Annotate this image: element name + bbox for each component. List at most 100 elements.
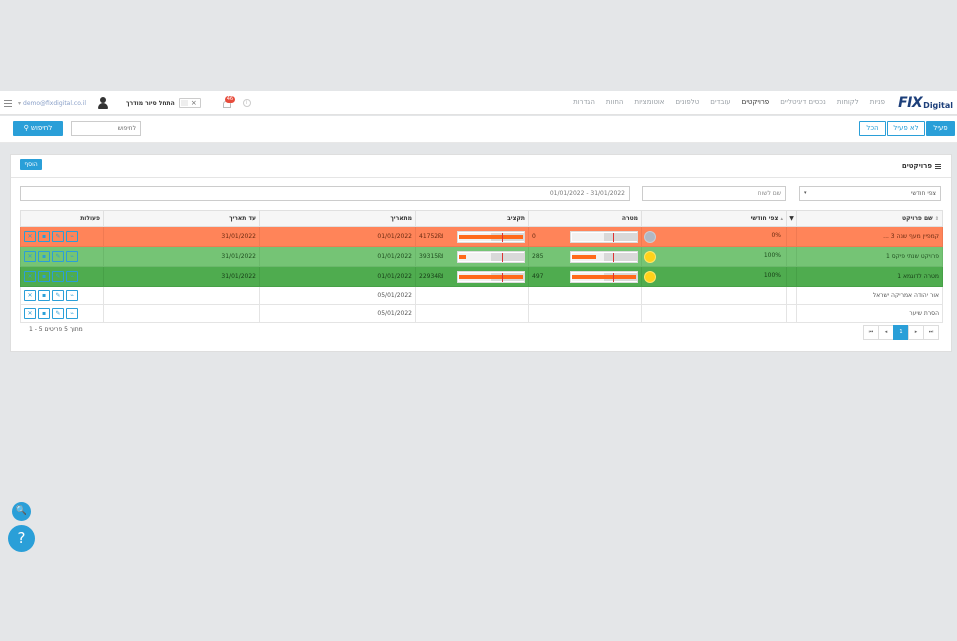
cell-project-name[interactable]: הסרת שיער (796, 304, 943, 323)
info-icon[interactable]: i (242, 99, 251, 107)
notes-icon[interactable]: ▪ (38, 290, 50, 301)
cell-to-date: 31/01/2022 (103, 246, 260, 267)
nav-item-inquiries[interactable]: פניות (870, 98, 885, 106)
user-email-menu[interactable]: ▾ demo@fixdigital.co.il (18, 100, 86, 107)
pager-last-button[interactable]: ⏭ (923, 325, 939, 340)
chart-icon[interactable]: ⌁ (66, 308, 78, 319)
goal-bullet-target-marker (612, 252, 614, 262)
filter-inactive-button[interactable]: לא פעיל (887, 121, 925, 136)
guided-tour-toggle[interactable]: × (178, 98, 201, 108)
cell-budget: 41752₪ (415, 226, 529, 247)
goal-bullet-value: 0 (532, 233, 536, 240)
nav-item-employees[interactable]: עובדים (710, 98, 730, 106)
sun-icon (645, 251, 655, 262)
column-filter-icon[interactable]: ▼ (786, 210, 797, 227)
cell-project-name[interactable]: אור יהודה אמריקה ישראל (796, 286, 943, 305)
budget-bullet-fill (459, 254, 466, 259)
fix-digital-logo[interactable]: FIX Digital (898, 95, 953, 111)
user-email: demo@fixdigital.co.il (23, 99, 87, 107)
delete-icon[interactable]: ✕ (24, 290, 36, 301)
nav-item-clients[interactable]: לקוחות (837, 98, 859, 106)
cell-from-date: 01/01/2022 (259, 226, 416, 247)
nav-item-automations[interactable]: אוטומציות (634, 98, 664, 106)
delete-icon[interactable]: ✕ (24, 271, 36, 282)
filter-all-button[interactable]: הכל (859, 121, 886, 136)
table-row[interactable]: אור יהודה אמריקה ישראל 05/01/2022 ✕ ▪ ✎ ⌁ (20, 286, 943, 305)
goal-bullet-target-marker (612, 272, 614, 282)
add-project-button[interactable]: הוסף (20, 159, 42, 170)
table-row[interactable]: קמפיין מעף שנה 3 ... 0% 0 41752₪ 01/01/2022 3… (20, 226, 943, 247)
cell-project-name[interactable]: פרויקט שנתי פיקס 1 (796, 246, 943, 267)
cell-project-name[interactable]: קמפיין מעף שנה 3 ... (796, 226, 943, 247)
goal-bullet-target-marker (612, 232, 614, 242)
col-header-forecast-label: צפי חודשי (750, 215, 779, 222)
sort-icon: ⇕ (934, 216, 939, 222)
hamburger-menu-icon[interactable] (4, 99, 12, 107)
table-row[interactable]: פרויקט שנתי פיקס 1 100% 285 39315₪ 01/01/202… (20, 246, 943, 267)
cell-from-date: 05/01/2022 (259, 286, 416, 305)
goal-bullet: 0 (532, 230, 638, 243)
goal-bullet-value: 285 (532, 253, 544, 260)
edit-icon[interactable]: ✎ (52, 308, 64, 319)
pager-next-button[interactable]: ▸ (908, 325, 924, 340)
forecast-filter-select[interactable]: צפי חודשי ▾ (799, 186, 941, 201)
chart-icon[interactable]: ⌁ (66, 251, 78, 262)
floating-help-icon[interactable]: ? (8, 525, 35, 552)
user-avatar-icon[interactable] (98, 97, 109, 109)
cell-budget: 22934₪ (415, 266, 529, 287)
notes-icon[interactable]: ▪ (38, 251, 50, 262)
cell-from-date: 05/01/2022 (259, 304, 416, 323)
cloud-icon (645, 231, 655, 242)
budget-bullet-target-marker (501, 252, 503, 262)
pager-prev-button[interactable]: ◂ (878, 325, 894, 340)
table-row[interactable]: מטרה לדוגמא 1 100% 497 22934₪ 01/01/2022 31/0… (20, 266, 943, 287)
col-header-budget[interactable]: תקציב (415, 210, 529, 227)
cell-budget: 39315₪ (415, 246, 529, 267)
cell-goal: 497 (528, 266, 642, 287)
notifications-bell-icon[interactable]: 46 (222, 96, 236, 109)
plan-name-input[interactable]: שם לשוח (642, 186, 786, 201)
table-header-row: ⇕ שם פרויקט ▼ ▴ צפי חודשי מטרה תקציב מתא… (20, 210, 943, 227)
delete-icon[interactable]: ✕ (24, 231, 36, 242)
filter-active-button[interactable]: פעיל (926, 121, 955, 136)
close-icon: × (190, 99, 197, 107)
col-header-to-date[interactable]: עד תאריך (103, 210, 260, 227)
search-button-label: לחיפוש (31, 124, 53, 132)
goal-bullet-value: 497 (532, 273, 544, 280)
cell-actions: ✕ ▪ ✎ ⌁ (20, 226, 104, 247)
notes-icon[interactable]: ▪ (38, 271, 50, 282)
nav-item-reports[interactable]: החוות (606, 98, 624, 106)
date-range-input[interactable]: 01/01/2022 - 31/01/2022 (20, 186, 630, 201)
floating-search-icon[interactable]: 🔍 (12, 502, 31, 521)
col-header-name[interactable]: ⇕ שם פרויקט (796, 210, 943, 227)
edit-icon[interactable]: ✎ (52, 231, 64, 242)
edit-icon[interactable]: ✎ (52, 271, 64, 282)
forecast-value: 100% (763, 271, 781, 279)
delete-icon[interactable]: ✕ (24, 308, 36, 319)
chart-icon[interactable]: ⌁ (66, 231, 78, 242)
chart-icon[interactable]: ⌁ (66, 290, 78, 301)
chart-icon[interactable]: ⌁ (66, 271, 78, 282)
nav-item-digital-assets[interactable]: נכסים דיגיטליים (780, 98, 826, 106)
nav-item-settings[interactable]: הגדרות (573, 98, 595, 106)
col-header-from-date[interactable]: מתאריך (259, 210, 416, 227)
pager-first-button[interactable]: ⏮ (863, 325, 879, 340)
table-row[interactable]: הסרת שיער 05/01/2022 ✕ ▪ ✎ ⌁ (20, 304, 943, 323)
col-header-goal[interactable]: מטרה (528, 210, 642, 227)
edit-icon[interactable]: ✎ (52, 251, 64, 262)
notes-icon[interactable]: ▪ (38, 231, 50, 242)
search-input[interactable]: לחיפוש (71, 121, 141, 136)
nav-item-projects[interactable]: פרויקטים (742, 98, 770, 106)
nav-item-phones[interactable]: טלפונים (675, 98, 699, 106)
delete-icon[interactable]: ✕ (24, 251, 36, 262)
col-header-forecast[interactable]: ▴ צפי חודשי (641, 210, 787, 227)
row-actions: ✕ ▪ ✎ ⌁ (24, 290, 100, 301)
cell-project-name[interactable]: מטרה לדוגמא 1 (796, 266, 943, 287)
pager-page-1[interactable]: 1 (893, 325, 909, 340)
budget-bullet-value: 39315₪ (419, 253, 443, 260)
search-button[interactable]: ⚲ לחיפוש (13, 121, 63, 136)
projects-panel: פרויקטים הוסף צפי חודשי ▾ שם לשוח 01/01/2… (10, 154, 952, 352)
cell-actions: ✕ ▪ ✎ ⌁ (20, 286, 104, 305)
notes-icon[interactable]: ▪ (38, 308, 50, 319)
edit-icon[interactable]: ✎ (52, 290, 64, 301)
